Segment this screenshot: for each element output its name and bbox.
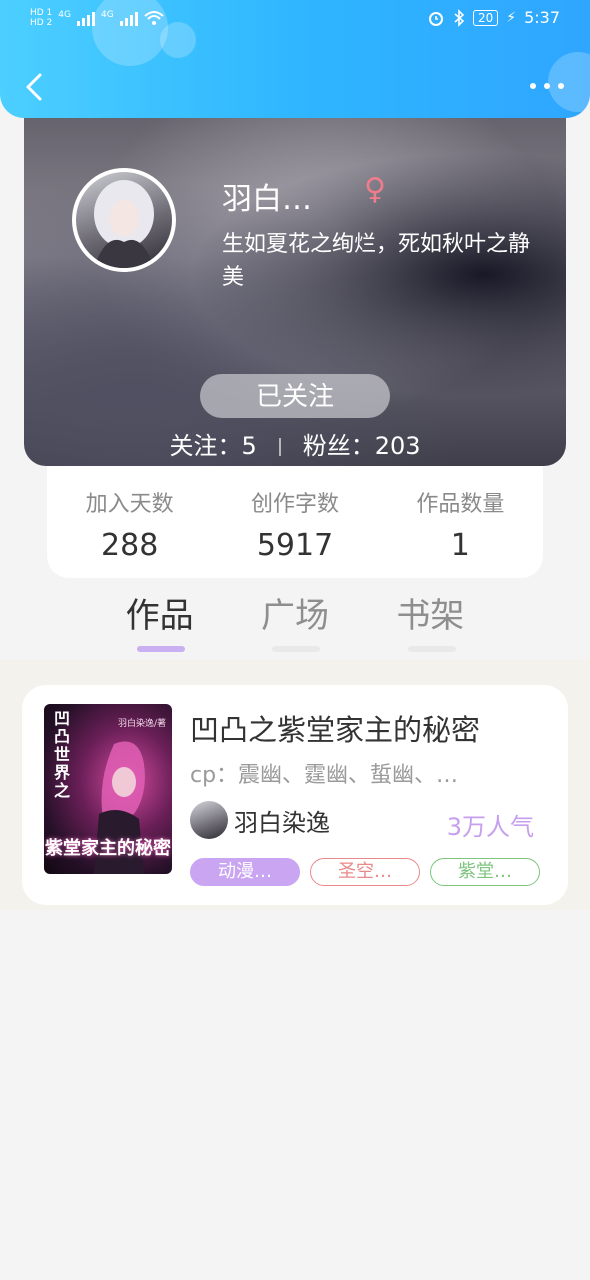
signal-icon	[77, 10, 95, 26]
stat-value: 1	[450, 528, 470, 563]
tab-bar: 作品 广场 书架	[92, 588, 498, 654]
fans-count[interactable]: 粉丝：203	[303, 432, 421, 460]
work-card[interactable]: 凹凸世界之 羽白染逸/著 紫堂家主的秘密 凹凸之紫堂家主的秘密 cp：震幽、霆幽…	[22, 685, 568, 905]
bio-text: 生如夏花之绚烂，死如秋叶之静美	[222, 232, 531, 290]
follow-counts: 关注：5 粉丝：203	[24, 426, 566, 461]
work-title[interactable]: 凹凸之紫堂家主的秘密	[190, 707, 546, 749]
work-cp: cp：震幽、霆幽、蜇幽、…	[190, 763, 459, 788]
stats-panel: 加入天数 288 创作字数 5917 作品数量 1	[47, 466, 543, 578]
stat-value: 5917	[256, 528, 334, 563]
avatar[interactable]	[72, 168, 176, 272]
tag[interactable]: 圣空…	[310, 858, 420, 886]
cover-author-text: 羽白染逸/著	[117, 719, 166, 729]
profile-card: 羽白… ♀ 生如夏花之绚烂，死如秋叶之静美 已关注 关注：5 粉丝：203	[24, 118, 566, 466]
book-cover[interactable]: 凹凸世界之 羽白染逸/著 紫堂家主的秘密	[44, 704, 172, 874]
clock: 5:37	[524, 8, 560, 27]
sim1-label: HD 1	[30, 8, 53, 18]
tag[interactable]: 紫堂…	[430, 858, 540, 886]
wifi-icon	[144, 11, 164, 25]
stat-label: 加入天数	[85, 492, 174, 517]
battery-icon: 20	[472, 9, 499, 26]
network-label: 4G	[101, 10, 114, 20]
sim2-label: HD 2	[30, 18, 53, 28]
gender-female-icon: ♀	[364, 172, 386, 207]
popularity-count: 3万人气	[446, 813, 534, 841]
tab-label: 书架	[396, 596, 465, 636]
tab-indicator	[407, 646, 456, 652]
tab-works[interactable]: 作品	[92, 588, 227, 654]
tag[interactable]: 动漫…	[190, 858, 300, 886]
tab-bookshelf[interactable]: 书架	[363, 588, 498, 654]
tab-label: 广场	[260, 596, 329, 636]
divider	[278, 438, 281, 456]
tab-indicator	[272, 646, 321, 652]
stat-label: 作品数量	[416, 492, 505, 517]
author-avatar	[190, 801, 228, 839]
stat-word-count: 创作字数 5917	[212, 466, 377, 578]
stat-work-count: 作品数量 1	[378, 466, 543, 578]
tab-square[interactable]: 广场	[227, 588, 362, 654]
tag-list: 动漫… 圣空… 紫堂…	[190, 858, 540, 886]
stat-value: 288	[101, 528, 159, 563]
tab-indicator	[137, 646, 185, 652]
back-arrow-icon[interactable]	[22, 72, 48, 102]
author-name: 羽白染逸	[234, 808, 330, 837]
work-author[interactable]: 羽白染逸	[190, 801, 330, 839]
alarm-icon	[428, 11, 443, 26]
charging-icon: ⚡	[506, 9, 517, 26]
top-header: HD 1 HD 2 4G 4G 20 ⚡ 5:37	[0, 0, 590, 118]
nickname: 羽白…	[222, 182, 312, 217]
more-options-icon[interactable]	[530, 80, 564, 92]
cover-series-text: 凹凸世界之	[54, 709, 71, 800]
signal-icon	[119, 10, 138, 26]
tab-label: 作品	[125, 596, 194, 636]
stat-join-days: 加入天数 288	[47, 466, 212, 578]
cover-title-text: 紫堂家主的秘密	[45, 838, 171, 859]
network-label: 4G	[58, 10, 71, 20]
bluetooth-icon	[454, 8, 465, 27]
following-count[interactable]: 关注：5	[169, 432, 256, 460]
status-bar: HD 1 HD 2 4G 4G 20 ⚡ 5:37	[0, 8, 590, 34]
stat-label: 创作字数	[250, 492, 339, 517]
follow-button[interactable]: 已关注	[200, 374, 390, 418]
